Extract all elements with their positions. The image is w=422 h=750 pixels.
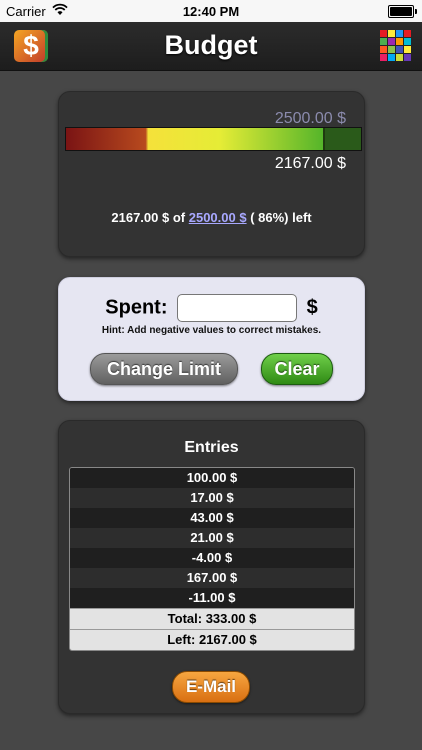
color-swatch	[380, 54, 387, 61]
color-swatch	[380, 30, 387, 37]
color-swatch	[404, 30, 411, 37]
page-title: Budget	[164, 30, 258, 60]
entries-table: 100.00 $ 17.00 $ 43.00 $ 21.00 $ -4.00 $…	[69, 467, 355, 651]
entry-row[interactable]: 43.00 $	[70, 508, 354, 528]
color-swatch	[396, 30, 403, 37]
budget-summary: 2167.00 $ of 2500.00 $ ( 86%) left	[59, 210, 364, 225]
entry-row[interactable]: 21.00 $	[70, 528, 354, 548]
spent-row: Spent: $	[59, 294, 364, 322]
status-bar: Carrier 12:40 PM	[0, 0, 422, 22]
color-swatch	[404, 46, 411, 53]
entries-title: Entries	[184, 439, 239, 456]
summary-remaining: 2167.00 $ of	[111, 210, 186, 225]
budget-progress-bar	[65, 127, 362, 151]
spent-label: Spent:	[105, 296, 168, 319]
navigation-bar: $ Budget	[0, 22, 422, 71]
left-row: Left: 2167.00 $	[70, 629, 354, 650]
entries-panel: Entries 100.00 $ 17.00 $ 43.00 $ 21.00 $…	[58, 420, 365, 714]
remaining-value: 2167.00 $	[274, 155, 346, 172]
budget-progress-fill	[66, 128, 325, 150]
entry-row[interactable]: 17.00 $	[70, 488, 354, 508]
change-limit-button[interactable]: Change Limit	[90, 353, 238, 385]
currency-label: $	[306, 296, 318, 319]
color-grid-icon[interactable]	[380, 30, 411, 61]
color-swatch	[396, 46, 403, 53]
color-swatch	[388, 46, 395, 53]
entry-row[interactable]: 100.00 $	[70, 468, 354, 488]
email-button[interactable]: E-Mail	[172, 671, 250, 703]
entry-row[interactable]: 167.00 $	[70, 568, 354, 588]
limit-link[interactable]: 2500.00 $	[189, 210, 247, 225]
hint-text: Hint: Add negative values to correct mis…	[101, 325, 322, 336]
clock: 12:40 PM	[182, 4, 240, 19]
entry-row[interactable]: -11.00 $	[70, 588, 354, 608]
color-swatch	[396, 54, 403, 61]
clear-button[interactable]: Clear	[261, 353, 333, 385]
spending-input-panel: Spent: $ Hint: Add negative values to co…	[58, 277, 365, 401]
color-swatch	[404, 54, 411, 61]
color-swatch	[380, 38, 387, 45]
spent-input[interactable]	[177, 294, 298, 322]
battery-icon	[388, 5, 417, 18]
limit-value: 2500.00 $	[274, 110, 346, 127]
color-swatch	[404, 38, 411, 45]
total-row: Total: 333.00 $	[70, 608, 354, 629]
color-swatch	[396, 38, 403, 45]
entry-row[interactable]: -4.00 $	[70, 548, 354, 568]
color-swatch	[388, 30, 395, 37]
color-swatch	[388, 38, 395, 45]
color-swatch	[388, 54, 395, 61]
color-swatch	[380, 46, 387, 53]
summary-percent: ( 86%) left	[250, 210, 312, 225]
budget-panel: 2500.00 $ 2167.00 $ 2167.00 $ of 2500.00…	[58, 91, 365, 257]
